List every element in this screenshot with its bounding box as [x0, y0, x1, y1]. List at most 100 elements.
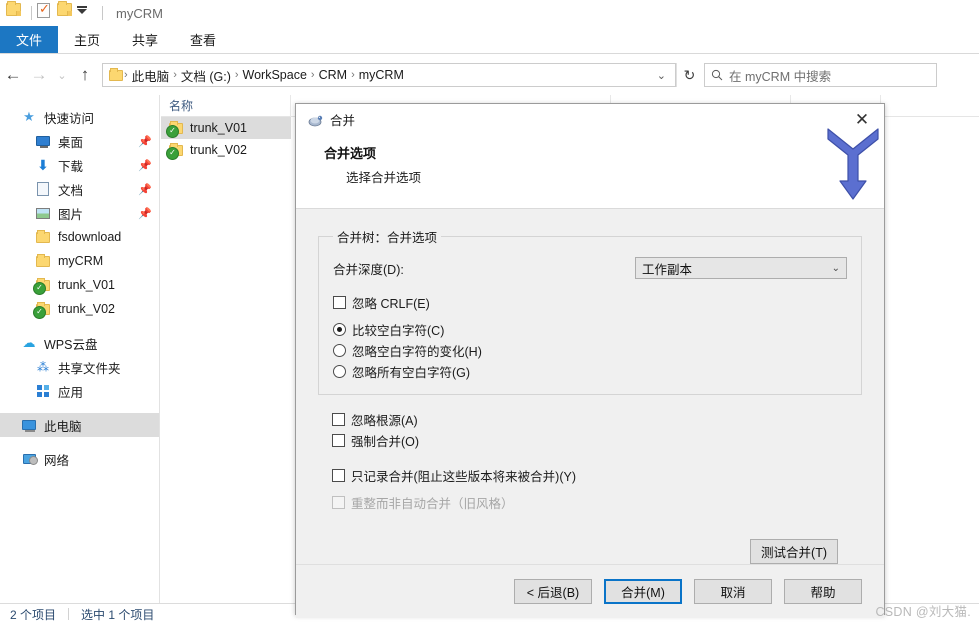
nav-label: trunk_V01 [58, 278, 115, 292]
checkbox-box [332, 496, 345, 509]
nav-item-trunk-v02[interactable]: trunk_V02 [0, 297, 159, 321]
radio-button[interactable] [333, 365, 346, 378]
nav-item-fsdownload[interactable]: fsdownload [0, 225, 159, 249]
radio-compare-whitespace[interactable]: 比较空白字符(C) [333, 319, 847, 340]
apps-icon [34, 385, 52, 397]
nav-item-mycrm[interactable]: myCRM [0, 249, 159, 273]
tortoisesvn-icon [307, 112, 323, 128]
checkbox-force-merge[interactable]: 强制合并(O) [332, 430, 862, 451]
checkbox-box[interactable] [332, 434, 345, 447]
tab-view[interactable]: 查看 [174, 26, 232, 53]
folder-svn-icon [33, 277, 52, 295]
window-title: myCRM [116, 5, 163, 21]
picture-icon [34, 207, 52, 219]
checkbox-label: 忽略 CRLF(E) [352, 297, 430, 311]
nav-item-apps[interactable]: 应用 [0, 379, 159, 403]
test-merge-button[interactable]: 测试合并(T) [750, 539, 838, 564]
breadcrumb-item-3[interactable]: CRM [316, 68, 350, 82]
nav-item-pictures[interactable]: 图片 📌 [0, 201, 159, 225]
up-button[interactable]: ↑ [72, 62, 98, 88]
address-bar: ← → ⌄ ↑ › 此电脑 › 文档 (G:) › WorkSpace › CR… [0, 55, 979, 95]
merge-dialog: 合并 ✕ 合并选项 选择合并选项 合并树：合并选项 合并深度(D): 工作副本 … [295, 103, 885, 618]
address-dropdown-icon[interactable]: ⌄ [652, 69, 671, 82]
radio-ignore-whitespace-changes[interactable]: 忽略空白字符的变化(H) [333, 340, 847, 361]
nav-label: 桌面 [58, 135, 84, 150]
status-item-count: 2 个项目 [10, 607, 57, 622]
search-box[interactable]: 在 myCRM 中搜索 [704, 63, 937, 87]
nav-label: 共享文件夹 [58, 361, 121, 376]
nav-label: 下载 [58, 159, 84, 174]
toolbar-divider-2 [102, 6, 103, 20]
nav-label: myCRM [58, 254, 104, 268]
dialog-header: 合并选项 选择合并选项 [296, 128, 884, 209]
merge-depth-value: 工作副本 [642, 262, 693, 277]
merge-button[interactable]: 合并(M) [604, 579, 682, 604]
file-name: trunk_V01 [190, 121, 247, 135]
merge-depth-select[interactable]: 工作副本 ⌄ [635, 257, 847, 279]
column-header-name[interactable]: 名称 [161, 94, 291, 117]
folder-svn-icon [166, 142, 183, 160]
checkbox-reintegrate-legacy: 重整而非自动合并（旧风格） [332, 492, 862, 513]
radio-label: 忽略所有空白字符(G) [352, 366, 471, 380]
nav-label: 此电脑 [44, 419, 82, 434]
radio-button[interactable] [333, 323, 346, 336]
checkbox-box[interactable] [333, 296, 346, 309]
nav-spacer-3 [0, 437, 159, 447]
pin-icon[interactable]: 📌 [138, 207, 152, 220]
nav-item-trunk-v01[interactable]: trunk_V01 [0, 273, 159, 297]
tab-share[interactable]: 共享 [116, 26, 174, 53]
merge-depth-label: 合并深度(D): [333, 262, 404, 277]
breadcrumb-item-1[interactable]: 文档 (G:) [178, 66, 234, 85]
recent-locations-button[interactable]: ⌄ [52, 62, 72, 88]
nav-label: trunk_V02 [58, 302, 115, 316]
checkbox-box[interactable] [332, 469, 345, 482]
back-button[interactable]: < 后退(B) [514, 579, 592, 604]
checkbox-box[interactable] [332, 413, 345, 426]
nav-item-desktop[interactable]: 桌面 📌 [0, 129, 159, 153]
folder-icon[interactable] [6, 1, 24, 23]
new-folder-icon[interactable] [57, 1, 75, 23]
nav-item-this-pc[interactable]: 此电脑 [0, 413, 159, 437]
customize-caret-icon[interactable] [77, 3, 95, 23]
breadcrumb[interactable]: › 此电脑 › 文档 (G:) › WorkSpace › CRM › myCR… [102, 63, 676, 87]
column-header-spacer-4[interactable] [881, 95, 976, 117]
nav-label: fsdownload [58, 230, 122, 244]
nav-item-documents[interactable]: 文档 📌 [0, 177, 159, 201]
file-name: trunk_V02 [190, 143, 247, 157]
breadcrumb-item-4[interactable]: myCRM [356, 68, 407, 82]
breadcrumb-item-0[interactable]: 此电脑 [129, 66, 173, 85]
pin-icon[interactable]: 📌 [138, 135, 152, 148]
nav-spacer-2 [0, 403, 159, 413]
pin-icon[interactable]: 📌 [138, 159, 152, 172]
checkbox-record-only[interactable]: 只记录合并(阻止这些版本将来被合并)(Y) [332, 465, 862, 486]
refresh-button[interactable]: ↻ [676, 63, 702, 87]
dialog-footer: < 后退(B) 合并(M) 取消 帮助 [296, 564, 884, 618]
merge-depth-row: 合并深度(D): 工作副本 ⌄ [333, 256, 847, 280]
back-button[interactable]: ← [0, 62, 26, 88]
nav-item-downloads[interactable]: ⬇ 下载 📌 [0, 153, 159, 177]
properties-icon[interactable] [37, 1, 55, 23]
radio-ignore-all-whitespace[interactable]: 忽略所有空白字符(G) [333, 361, 847, 382]
file-explorer-window: myCRM 文件 主页 共享 查看 ← → ⌄ ↑ › 此电脑 › 文档 (G:… [0, 0, 979, 624]
nav-item-quick-access[interactable]: ★ 快速访问 [0, 105, 159, 129]
tab-home[interactable]: 主页 [58, 26, 116, 53]
dialog-subheading: 选择合并选项 [346, 171, 422, 185]
cancel-button[interactable]: 取消 [694, 579, 772, 604]
table-row[interactable]: trunk_V01 [161, 117, 291, 139]
nav-item-shared-folder[interactable]: ⁂ 共享文件夹 [0, 355, 159, 379]
forward-button[interactable]: → [26, 62, 52, 88]
checkbox-ignore-crlf[interactable]: 忽略 CRLF(E) [333, 292, 847, 313]
nav-label: 快速访问 [44, 111, 95, 126]
pin-icon[interactable]: 📌 [138, 183, 152, 196]
tab-file[interactable]: 文件 [0, 26, 59, 53]
nav-item-wps-cloud[interactable]: ☁ WPS云盘 [0, 331, 159, 355]
folder-icon [34, 253, 52, 267]
radio-button[interactable] [333, 344, 346, 357]
nav-label: 网络 [44, 453, 70, 468]
breadcrumb-item-2[interactable]: WorkSpace [240, 68, 310, 82]
help-button[interactable]: 帮助 [784, 579, 862, 604]
checkbox-label: 忽略根源(A) [351, 414, 418, 428]
nav-item-network[interactable]: 网络 [0, 447, 159, 471]
checkbox-ignore-ancestry[interactable]: 忽略根源(A) [332, 409, 862, 430]
